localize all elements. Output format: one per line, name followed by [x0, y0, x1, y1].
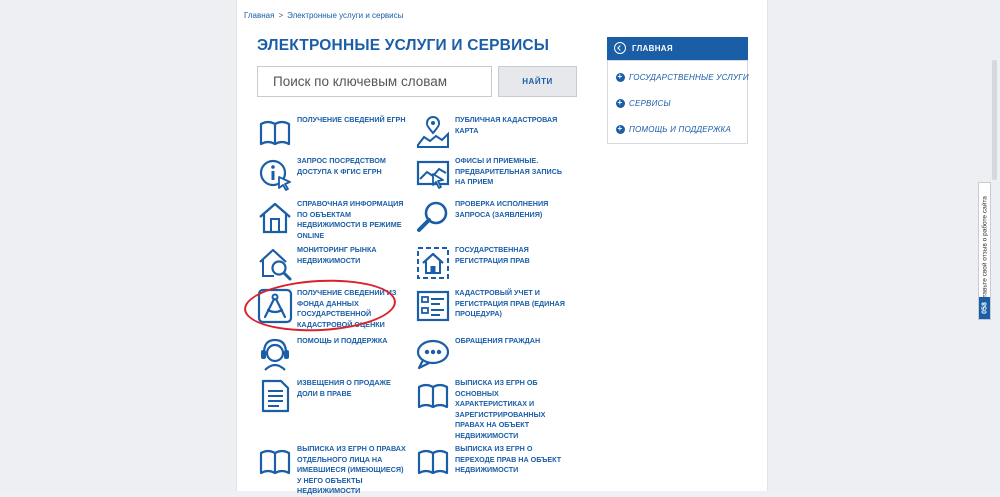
- service-label: ПОМОЩЬ И ПОДДЕРЖКА: [297, 336, 388, 345]
- breadcrumb-home-link[interactable]: Главная: [244, 11, 274, 20]
- book-icon: [257, 444, 293, 480]
- book-icon: [415, 444, 451, 480]
- nav-item-label: ПОМОЩЬ И ПОДДЕРЖКА: [629, 125, 731, 134]
- left-background: [0, 0, 236, 491]
- service-label: ВЫПИСКА ИЗ ЕГРН О ПЕРЕХОДЕ ПРАВ НА ОБЪЕК…: [455, 444, 562, 474]
- search-input[interactable]: [257, 66, 492, 97]
- service-label: МОНИТОРИНГ РЫНКА НЕДВИЖИМОСТИ: [297, 245, 377, 265]
- nav-main-link[interactable]: ГЛАВНАЯ: [607, 37, 748, 60]
- book-icon: [257, 115, 293, 151]
- nav-item-label: ГОСУДАРСТВЕННЫЕ УСЛУГИ: [629, 73, 749, 82]
- service-label: СПРАВОЧНАЯ ИНФОРМАЦИЯ ПО ОБЪЕКТАМ НЕДВИЖ…: [297, 199, 404, 240]
- scrollbar[interactable]: [992, 60, 997, 180]
- service-label: ИЗВЕЩЕНИЯ О ПРОДАЖЕ ДОЛИ В ПРАВЕ: [297, 378, 391, 398]
- book-icon: [415, 378, 451, 414]
- feedback-number: 058: [981, 302, 988, 314]
- headset-icon: [257, 336, 293, 372]
- house-icon: [257, 199, 293, 235]
- service-item[interactable]: ВЫПИСКА ИЗ ЕГРН ОБ ОСНОВНЫХ ХАРАКТЕРИСТИ…: [415, 378, 605, 440]
- feedback-badge: 058: [979, 297, 990, 319]
- plus-icon: [616, 124, 625, 134]
- service-label: ПОЛУЧЕНИЕ СВЕДЕНИЙ ЕГРН: [297, 115, 406, 124]
- service-item[interactable]: ПРОВЕРКА ИСПОЛНЕНИЯ ЗАПРОСА (ЗАЯВЛЕНИЯ): [415, 199, 605, 243]
- plus-icon: [616, 98, 625, 108]
- house-frame-icon: [415, 245, 451, 281]
- service-label: ГОСУДАРСТВЕННАЯ РЕГИСТРАЦИЯ ПРАВ: [455, 245, 530, 265]
- service-label: ЗАПРОС ПОСРЕДСТВОМ ДОСТУПА К ФГИС ЕГРН: [297, 156, 386, 176]
- nav-main-label: ГЛАВНАЯ: [632, 44, 673, 53]
- feedback-widget[interactable]: Оставьте свой отзыв о работе сайта 058: [978, 182, 991, 320]
- service-label: КАДАСТРОВЫЙ УЧЕТ И РЕГИСТРАЦИЯ ПРАВ (ЕДИ…: [455, 288, 565, 318]
- checklist-icon: [415, 288, 451, 324]
- plus-icon: [616, 72, 625, 82]
- breadcrumb: Главная > Электронные услуги и сервисы: [244, 11, 403, 20]
- map-pin-icon: [415, 115, 451, 151]
- compass-icon: [257, 288, 293, 324]
- nav-menu: ГОСУДАРСТВЕННЫЕ УСЛУГИ СЕРВИСЫ ПОМОЩЬ И …: [607, 60, 749, 144]
- service-label: ОБРАЩЕНИЯ ГРАЖДАН: [455, 336, 541, 345]
- back-arrow-icon: [614, 42, 626, 54]
- service-label: ПРОВЕРКА ИСПОЛНЕНИЯ ЗАПРОСА (ЗАЯВЛЕНИЯ): [455, 199, 549, 219]
- right-background: [766, 0, 1000, 491]
- service-label: ВЫПИСКА ИЗ ЕГРН О ПРАВАХ ОТДЕЛЬНОГО ЛИЦА…: [297, 444, 406, 495]
- service-item[interactable]: ГОСУДАРСТВЕННАЯ РЕГИСТРАЦИЯ ПРАВ: [415, 245, 605, 289]
- house-search-icon: [257, 245, 293, 281]
- service-item[interactable]: ОБРАЩЕНИЯ ГРАЖДАН: [415, 336, 605, 380]
- breadcrumb-current-link[interactable]: Электронные услуги и сервисы: [287, 11, 403, 20]
- nav-item-label: СЕРВИСЫ: [629, 99, 671, 108]
- service-label: ПОЛУЧЕНИЕ СВЕДЕНИЙ ИЗ ФОНДА ДАННЫХ ГОСУД…: [297, 288, 397, 329]
- service-label: ПУБЛИЧНАЯ КАДАСТРОВАЯ КАРТА: [455, 115, 558, 135]
- service-label: ОФИСЫ И ПРИЕМНЫЕ. ПРЕДВАРИТЕЛЬНАЯ ЗАПИСЬ…: [455, 156, 563, 186]
- breadcrumb-separator: >: [278, 11, 284, 20]
- chat-bubble-icon: [415, 336, 451, 372]
- service-item[interactable]: ОФИСЫ И ПРИЕМНЫЕ. ПРЕДВАРИТЕЛЬНАЯ ЗАПИСЬ…: [415, 156, 605, 200]
- magnifier-icon: [415, 199, 451, 235]
- page-title: ЭЛЕКТРОННЫЕ УСЛУГИ И СЕРВИСЫ: [257, 37, 550, 54]
- service-item[interactable]: ВЫПИСКА ИЗ ЕГРН О ПЕРЕХОДЕ ПРАВ НА ОБЪЕК…: [415, 444, 605, 488]
- search-button[interactable]: НАЙТИ: [498, 66, 577, 97]
- info-cursor-icon: [257, 156, 293, 192]
- feedback-text: Оставьте свой отзыв о работе сайта: [981, 196, 988, 306]
- service-label: ВЫПИСКА ИЗ ЕГРН ОБ ОСНОВНЫХ ХАРАКТЕРИСТИ…: [455, 378, 546, 440]
- document-icon: [257, 378, 293, 414]
- service-item[interactable]: КАДАСТРОВЫЙ УЧЕТ И РЕГИСТРАЦИЯ ПРАВ (ЕДИ…: [415, 288, 605, 332]
- map-cursor-icon: [415, 156, 451, 192]
- service-item[interactable]: ПУБЛИЧНАЯ КАДАСТРОВАЯ КАРТА: [415, 115, 605, 159]
